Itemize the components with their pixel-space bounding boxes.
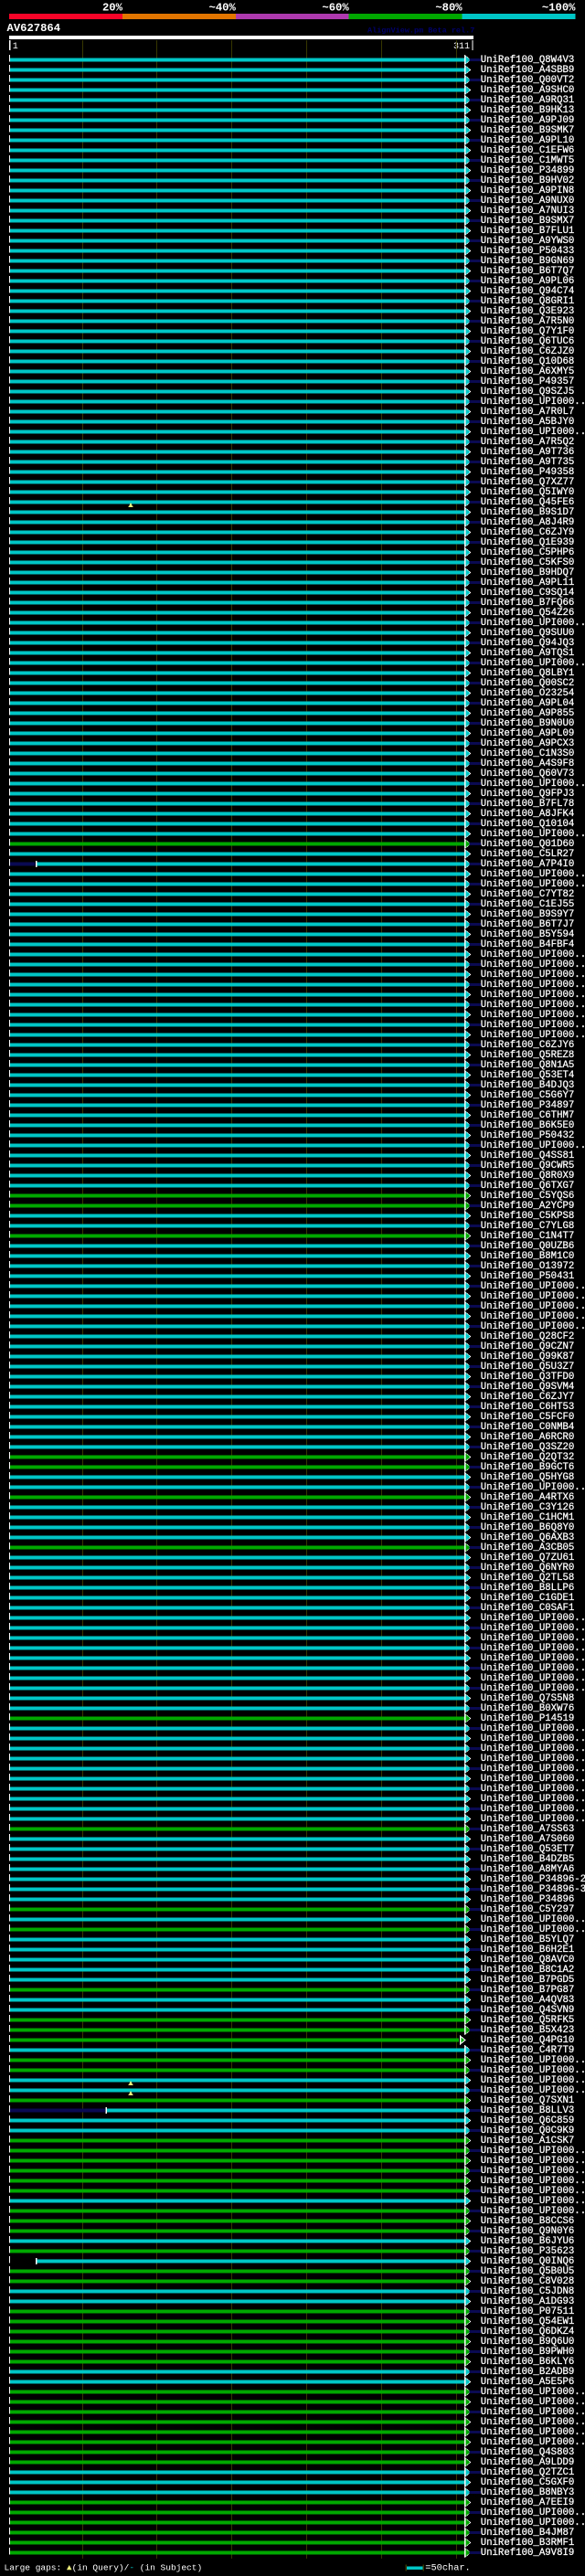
svg-text:AV627864: AV627864 xyxy=(7,22,61,35)
svg-text:=50char.: =50char. xyxy=(425,2562,470,2573)
svg-text:~40%: ~40% xyxy=(209,2,237,15)
svg-text:20%: 20% xyxy=(102,2,123,15)
svg-text:UniRef100_A9V8I9: UniRef100_A9V8I9 xyxy=(481,2548,575,2559)
svg-text:1: 1 xyxy=(13,42,18,52)
svg-text:Large gaps: ▲(in Query)/- (in: Large gaps: ▲(in Query)/- (in Subject) xyxy=(5,2562,203,2572)
svg-text:~80%: ~80% xyxy=(435,2,463,15)
svg-text:AlignView.pm Beta rel.7: AlignView.pm Beta rel.7 xyxy=(367,27,474,36)
svg-text:311: 311 xyxy=(453,42,470,52)
svg-text:~60%: ~60% xyxy=(322,2,349,15)
svg-text:~100%: ~100% xyxy=(542,2,576,15)
